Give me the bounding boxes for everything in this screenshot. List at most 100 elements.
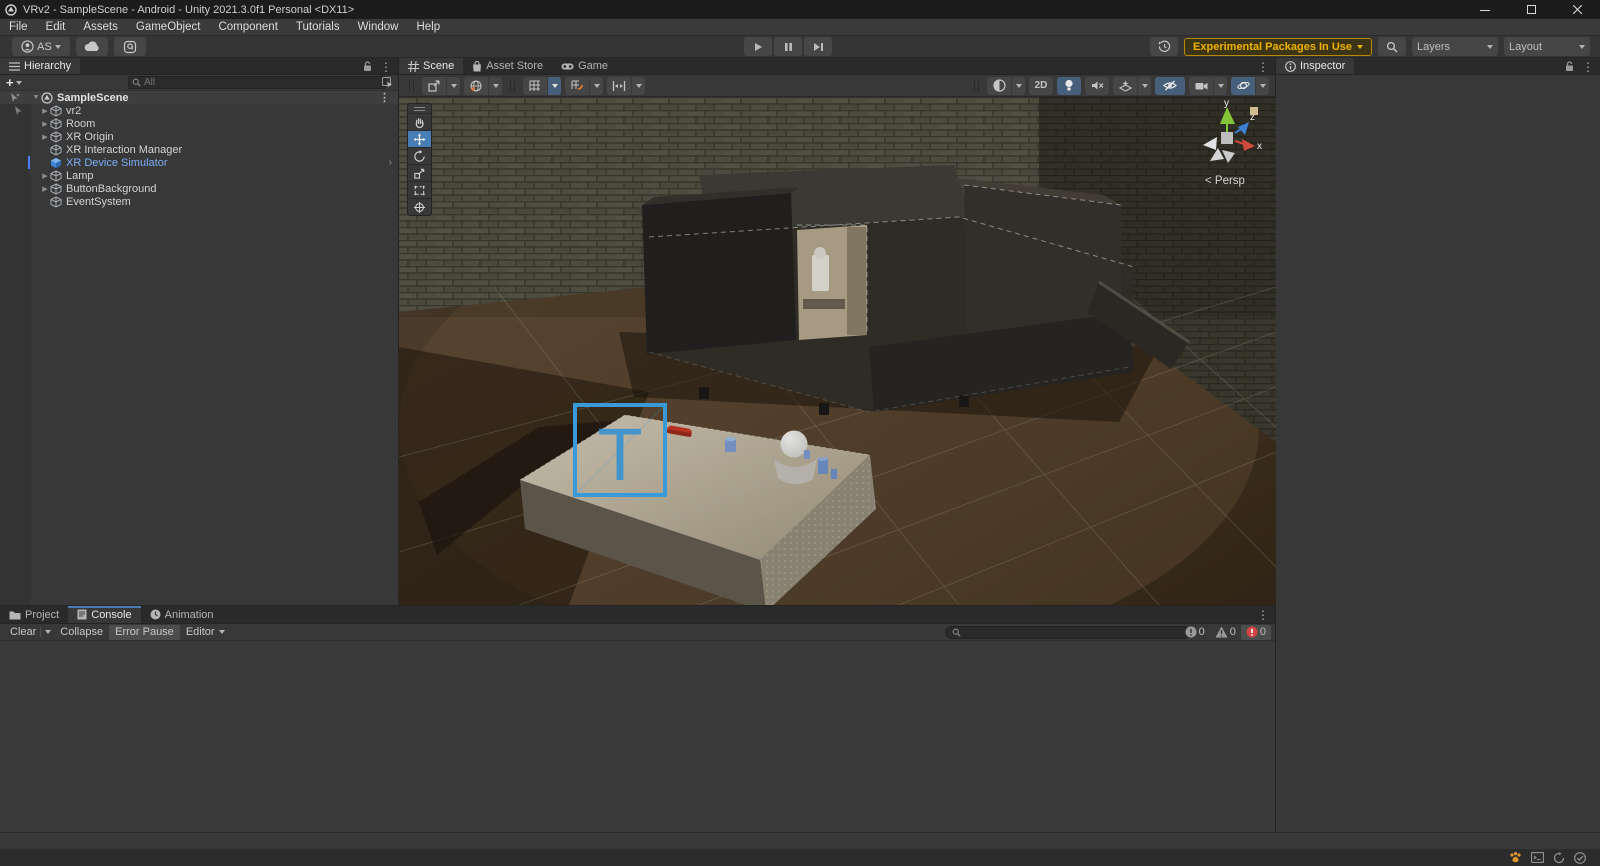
menu-item-component[interactable]: Component <box>209 20 286 34</box>
close-button[interactable] <box>1554 0 1600 19</box>
toolbar-drag-handle[interactable] <box>409 80 414 92</box>
view-hand-tool[interactable] <box>408 113 431 130</box>
scene-camera-settings-caret[interactable] <box>1213 77 1227 95</box>
console-search-field[interactable] <box>945 626 1190 639</box>
rect-tool[interactable] <box>408 181 431 198</box>
hierarchy-item-eventsystem[interactable]: ▶ EventSystem <box>0 195 398 208</box>
hierarchy-item-xr-device-simulator[interactable]: ▶ XR Device Simulator › <box>0 156 398 169</box>
gizmo-center-cube[interactable] <box>1221 132 1233 144</box>
version-control-button[interactable] <box>114 37 146 56</box>
minimize-button[interactable] <box>1462 0 1508 19</box>
foldout-closed-icon[interactable]: ▶ <box>40 133 50 141</box>
toolstrip-grip[interactable] <box>408 104 431 113</box>
scene-picker-icon[interactable] <box>382 77 393 88</box>
move-tool[interactable] <box>408 130 431 147</box>
console-editor-dropdown[interactable]: Editor <box>180 625 231 640</box>
toolbar-drag-handle[interactable] <box>510 80 515 92</box>
console-log-area[interactable] <box>0 641 1275 833</box>
compile-status-check-icon[interactable] <box>1574 852 1586 864</box>
console-clear-button[interactable]: Clear <box>4 625 54 640</box>
foldout-open-icon[interactable]: ▼ <box>31 94 41 101</box>
tab-console[interactable]: Console <box>68 606 140 623</box>
scene-effects-button[interactable] <box>1113 77 1137 95</box>
scale-tool[interactable] <box>408 164 431 181</box>
console-menu-kebab-icon[interactable]: ⋮ <box>1255 609 1271 621</box>
activity-paw-icon[interactable] <box>1509 851 1522 864</box>
scene-camera-settings-button[interactable] <box>1189 77 1213 95</box>
scene-menu-kebab-icon[interactable]: ⋮ <box>1255 61 1271 73</box>
grid-visibility-button[interactable] <box>523 77 547 95</box>
snap-increment-caret[interactable] <box>589 77 603 95</box>
maximize-button[interactable] <box>1508 0 1554 19</box>
lock-icon[interactable] <box>363 61 372 72</box>
scene-render[interactable]: T y z x <box>399 97 1276 605</box>
layers-dropdown[interactable]: Layers <box>1412 37 1498 56</box>
tab-inspector[interactable]: Inspector <box>1276 58 1354 74</box>
tool-handle-rotation-caret[interactable] <box>488 77 502 95</box>
menu-item-tutorials[interactable]: Tutorials <box>287 20 349 34</box>
menu-item-help[interactable]: Help <box>407 20 449 34</box>
hierarchy-item-vr2[interactable]: ▶ vr2 <box>0 104 398 117</box>
scene-kebab-icon[interactable]: ⋮ <box>379 91 390 104</box>
gizmo-lock-icon[interactable] <box>1250 107 1258 115</box>
console-info-toggle[interactable]: 0 <box>1180 625 1210 640</box>
tab-project[interactable]: Project <box>0 606 68 623</box>
scene-audio-toggle[interactable] <box>1085 77 1109 95</box>
scene-viewport[interactable]: T y z x <box>399 97 1276 605</box>
hierarchy-search-input[interactable] <box>144 77 382 88</box>
perspective-label[interactable]: < Persp <box>1205 175 1245 187</box>
2d-toggle-button[interactable]: 2D <box>1029 77 1053 95</box>
hierarchy-menu-kebab-icon[interactable]: ⋮ <box>378 61 394 73</box>
scene-visibility-toggle[interactable] <box>1155 77 1185 95</box>
menu-item-gameobject[interactable]: GameObject <box>127 20 210 34</box>
console-status-icon[interactable] <box>1531 852 1544 863</box>
foldout-closed-icon[interactable]: ▶ <box>40 185 50 193</box>
inspector-menu-kebab-icon[interactable]: ⋮ <box>1580 61 1596 73</box>
transform-tool[interactable] <box>408 198 431 215</box>
grid-visibility-caret[interactable] <box>547 77 561 95</box>
scene-effects-caret[interactable] <box>1137 77 1151 95</box>
search-button[interactable] <box>1378 37 1406 56</box>
menu-item-assets[interactable]: Assets <box>74 20 127 34</box>
scene-lighting-toggle[interactable] <box>1057 77 1081 95</box>
tab-animation[interactable]: Animation <box>141 606 223 623</box>
shading-mode-caret[interactable] <box>1011 77 1025 95</box>
tool-handle-position-button[interactable] <box>422 77 446 95</box>
hierarchy-search-field[interactable] <box>128 76 386 89</box>
tab-hierarchy[interactable]: Hierarchy <box>0 58 80 74</box>
console-search-input[interactable] <box>965 627 1183 638</box>
hierarchy-item-xr-origin[interactable]: ▶ XR Origin <box>0 130 398 143</box>
experimental-packages-dropdown[interactable]: Experimental Packages In Use <box>1184 38 1372 56</box>
menu-item-edit[interactable]: Edit <box>37 20 75 34</box>
pause-button[interactable] <box>774 37 802 56</box>
foldout-closed-icon[interactable]: ▶ <box>40 172 50 180</box>
hierarchy-item-lamp[interactable]: ▶ Lamp <box>0 169 398 182</box>
gizmos-caret[interactable] <box>1255 77 1269 95</box>
snap-increment-button[interactable] <box>565 77 589 95</box>
snap-settings-button[interactable] <box>607 77 631 95</box>
cloud-button[interactable] <box>76 37 108 56</box>
gizmos-toggle-button[interactable] <box>1231 77 1255 95</box>
refresh-status-icon[interactable] <box>1553 852 1565 864</box>
foldout-closed-icon[interactable]: ▶ <box>40 120 50 128</box>
undo-history-button[interactable] <box>1150 37 1178 56</box>
toolbar-drag-handle[interactable] <box>974 80 979 92</box>
snap-settings-caret[interactable] <box>631 77 645 95</box>
hierarchy-item-buttonbackground[interactable]: ▶ ButtonBackground <box>0 182 398 195</box>
tab-asset-store[interactable]: Asset Store <box>463 58 552 74</box>
prefab-open-chevron-icon[interactable]: › <box>389 157 392 168</box>
tool-handle-position-caret[interactable] <box>446 77 460 95</box>
create-object-button[interactable]: + <box>6 75 22 90</box>
console-error-toggle[interactable]: 0 <box>1241 625 1271 640</box>
tab-game[interactable]: Game <box>552 58 617 74</box>
foldout-closed-icon[interactable]: ▶ <box>40 107 50 115</box>
console-error-pause-button[interactable]: Error Pause <box>109 625 180 640</box>
hierarchy-item-room[interactable]: ▶ Room <box>0 117 398 130</box>
menu-item-file[interactable]: File <box>0 20 37 34</box>
shading-mode-button[interactable] <box>987 77 1011 95</box>
tool-handle-rotation-button[interactable] <box>464 77 488 95</box>
play-button[interactable] <box>744 37 772 56</box>
scene-pick-icon[interactable] <box>13 105 25 116</box>
account-dropdown[interactable]: AS <box>12 37 70 56</box>
console-warning-toggle[interactable]: 0 <box>1210 625 1241 640</box>
